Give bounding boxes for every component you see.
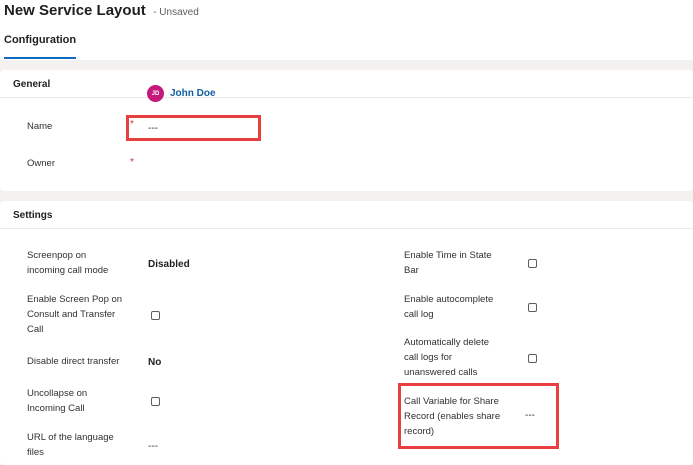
settings-section-title: Settings: [13, 210, 53, 221]
general-section: General: [0, 70, 693, 191]
page-header: New Service Layout - Unsaved Configurati…: [0, 0, 693, 60]
page-title: New Service Layout: [4, 2, 146, 19]
autocomplete-label: Enable autocomplete call log: [404, 294, 494, 320]
name-field-highlight: [126, 115, 261, 141]
time-in-state-checkbox[interactable]: [528, 259, 537, 268]
tab-configuration[interactable]: Configuration: [4, 34, 76, 46]
auto-delete-checkbox[interactable]: [528, 354, 537, 363]
title-row: New Service Layout - Unsaved: [4, 2, 199, 20]
owner-avatar: JD: [147, 85, 164, 102]
call-variable-highlight: [398, 383, 559, 449]
consult-transfer-label: Enable Screen Pop on Consult and Transfe…: [27, 294, 123, 335]
owner-required-marker: *: [130, 157, 134, 168]
general-section-title: General: [13, 79, 51, 90]
save-status: - Unsaved: [153, 7, 199, 18]
section-divider: [0, 228, 693, 229]
auto-delete-label: Automatically delete call logs for unans…: [404, 337, 490, 378]
autocomplete-checkbox[interactable]: [528, 303, 537, 312]
direct-transfer-value[interactable]: No: [148, 357, 161, 368]
uncollapse-checkbox[interactable]: [151, 397, 160, 406]
screenpop-label: Screenpop on incoming call mode: [27, 250, 109, 276]
tab-active-indicator: [4, 57, 76, 59]
language-url-label: URL of the language files: [27, 432, 114, 458]
owner-label: Owner: [27, 158, 55, 169]
time-in-state-label: Enable Time in State Bar: [404, 250, 492, 276]
screenpop-mode-value[interactable]: Disabled: [148, 259, 190, 270]
direct-transfer-label: Disable direct transfer: [27, 356, 120, 367]
language-url-field[interactable]: ---: [148, 441, 158, 452]
consult-transfer-checkbox[interactable]: [151, 311, 160, 320]
owner-link[interactable]: John Doe: [170, 88, 216, 99]
uncollapse-label: Uncollapse on Incoming Call: [27, 388, 88, 414]
name-label: Name: [27, 121, 53, 132]
section-divider: [0, 97, 693, 98]
